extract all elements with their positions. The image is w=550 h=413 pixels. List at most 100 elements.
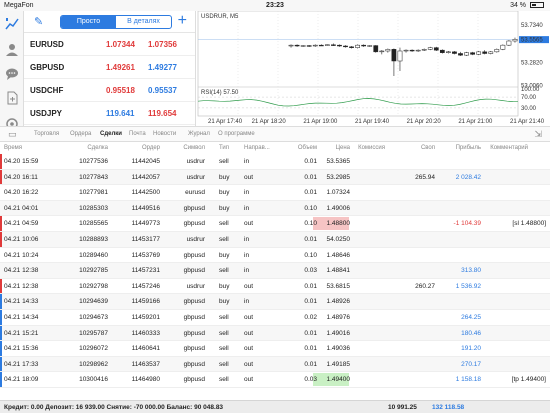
cell-type: buy	[219, 298, 230, 306]
time-axis-label: 21 Apr 19:00	[303, 119, 338, 125]
tab-5[interactable]: Журнал	[188, 131, 210, 137]
column-header[interactable]: Символ	[163, 145, 205, 151]
table-row[interactable]: 04.20 16:22 10277981 11442500 eurusd buy in 0.…	[0, 185, 550, 201]
column-header[interactable]: Комментарий	[478, 145, 528, 151]
column-header[interactable]: Ордер	[118, 145, 160, 151]
chat-icon[interactable]	[5, 67, 19, 81]
table-row[interactable]: 04.21 04:01 10285303 11449516 gbpusd buy in 0.…	[0, 200, 550, 217]
time-axis-label: 21 Apr 18:20	[252, 119, 287, 125]
cell-dir: in	[244, 251, 250, 259]
cell-price: 1.48800	[326, 220, 351, 228]
row-marker	[0, 309, 2, 325]
cell-order: 11457246	[131, 282, 160, 290]
chart-panel[interactable]: 53.7340 53.5565 53.2820 53.0060 100.00 70.00 3…	[196, 10, 550, 126]
account-icon[interactable]	[5, 43, 19, 57]
cell-dir: out	[244, 345, 254, 353]
column-header[interactable]: Тип	[219, 145, 229, 151]
chart-icon[interactable]	[5, 17, 19, 31]
edit-icon[interactable]: ✎	[34, 15, 43, 28]
candle-body	[355, 44, 360, 48]
tab-1[interactable]: Ордера	[70, 131, 91, 137]
cell-deal: 10277981	[79, 189, 108, 197]
cell-swap: 265.94	[415, 173, 435, 181]
table-row[interactable]: 04.21 10:24 10289460 11453769 gbpusd buy in 0.…	[0, 248, 550, 264]
column-header[interactable]: Прибыль	[451, 145, 481, 151]
toolbox-icon[interactable]: ▭	[8, 129, 17, 140]
price-chart[interactable]: 53.734053.556553.282053.0060100.0070.003…	[196, 10, 550, 126]
table-row[interactable]: 04.20 15:59 10277536 11442045 usdrur sell in 0…	[0, 154, 550, 170]
candle-body	[512, 39, 518, 42]
column-header[interactable]: Сделка	[66, 145, 108, 151]
cell-order: 11453177	[131, 235, 160, 243]
table-row[interactable]: 04.21 04:59 10285565 11449773 gbpusd sell out…	[0, 216, 550, 232]
cell-time: 04.21 17:33	[4, 360, 39, 368]
cell-deal: 10285303	[79, 204, 108, 212]
quote-row-eurusd[interactable]: EURUSD 1.07344 1.07356	[24, 33, 195, 56]
cell-vol: 0.01	[304, 282, 317, 290]
table-row[interactable]: 04.21 15:21 10295787 11460333 gbpusd sell out…	[0, 325, 550, 342]
cell-symbol: gbpusd	[183, 360, 205, 368]
tab-4[interactable]: Новости	[153, 131, 176, 137]
table-row[interactable]: 04.21 10:06 10288893 11453177 usdrur sell in 0…	[0, 231, 550, 248]
cell-price: 1.49016	[326, 329, 351, 337]
tab-simple[interactable]: Просто	[61, 16, 116, 28]
cell-dir: out	[244, 282, 254, 290]
quote-row-usdchf[interactable]: USDCHF 0.95518 0.95537	[24, 79, 195, 102]
cell-dir: out	[244, 313, 254, 321]
column-header[interactable]: Объем	[295, 145, 317, 151]
time-axis-label: 21 Apr 17:40	[208, 119, 243, 125]
candle-body	[343, 45, 348, 48]
battery-percent: 34 %	[510, 2, 527, 9]
candle-body	[403, 49, 409, 52]
table-row[interactable]: 04.21 17:33 10298962 11463537 gbpusd sell out…	[0, 356, 550, 373]
cell-type: buy	[219, 173, 230, 181]
cell-type: buy	[219, 282, 230, 290]
column-header[interactable]: Направ...	[244, 145, 270, 151]
table-row[interactable]: 04.21 18:09 10300416 11464980 gbpusd sell out…	[0, 372, 550, 388]
tab-0[interactable]: Торговля	[34, 131, 59, 137]
deals-table: 04.20 15:59 10277536 11442045 usdrur sell in 0…	[0, 154, 550, 388]
column-header[interactable]: Время	[4, 145, 22, 151]
column-header[interactable]: Комиссия	[341, 145, 385, 151]
add-symbol-icon[interactable]: +	[178, 12, 187, 30]
table-row[interactable]: 04.21 12:38 10292785 11457231 gbpusd sell in 0…	[0, 263, 550, 279]
row-marker	[0, 216, 2, 231]
table-row[interactable]: 04.21 14:34 10294673 11459201 gbpusd sell out…	[0, 309, 550, 326]
table-row[interactable]: 04.21 12:38 10292798 11457246 usdrur buy out 0…	[0, 278, 550, 295]
expand-icon[interactable]: ⇲	[534, 129, 542, 140]
tab-2[interactable]: Сделки	[100, 131, 122, 137]
tab-6[interactable]: О программе	[218, 131, 255, 137]
quote-row-usdjpy[interactable]: USDJPY 119.641 119.654	[24, 102, 195, 125]
tab-detail[interactable]: В деталях	[116, 16, 171, 28]
cell-vol: 0.01	[304, 235, 317, 243]
table-row[interactable]: 04.20 16:11 10277843 11442057 usdrur buy out 0…	[0, 169, 550, 186]
cell-profit: 1 536.92	[455, 282, 481, 290]
quote-symbol: GBPUSD	[30, 63, 65, 72]
tab-3[interactable]: Почта	[129, 131, 146, 137]
candle-body	[482, 51, 488, 54]
chart-title: USDRUR, M5	[201, 14, 239, 20]
cell-vol: 0.01	[304, 360, 317, 368]
cell-vol: 0.01	[304, 329, 317, 337]
table-row[interactable]: 04.21 14:33 10294639 11459166 gbpusd buy in 0.…	[0, 294, 550, 310]
document-icon[interactable]	[5, 91, 19, 105]
row-marker	[0, 231, 2, 247]
cell-price: 53.5365	[326, 158, 351, 165]
quote-row-gbpusd[interactable]: GBPUSD 1.49261 1.49277	[24, 56, 195, 79]
candle-body	[464, 52, 469, 56]
cell-order: 11459201	[131, 313, 160, 321]
row-marker	[0, 356, 2, 372]
cell-profit: -1 104.39	[453, 220, 481, 228]
cell-order: 11442057	[131, 173, 160, 181]
profit-total: 132 118.58	[432, 404, 465, 411]
cell-deal: 10298962	[79, 360, 108, 368]
table-row[interactable]: 04.21 15:36 10296072 11460641 gbpusd sell out…	[0, 341, 550, 357]
cell-vol: 0.01	[304, 345, 317, 353]
candle-body	[470, 52, 475, 55]
cell-type: sell	[219, 313, 229, 321]
candle-body	[318, 44, 324, 47]
column-header[interactable]: Своп	[407, 145, 435, 151]
cell-price: 1.48841	[326, 267, 351, 275]
cell-time: 04.21 18:09	[4, 376, 39, 384]
cell-vol: 0.01	[304, 173, 317, 181]
